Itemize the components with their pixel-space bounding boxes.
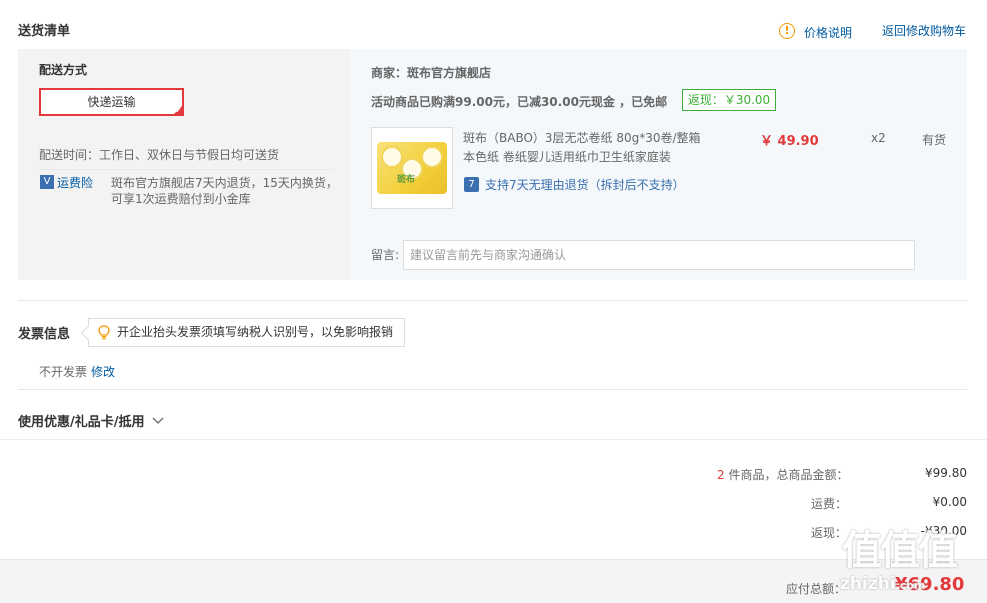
- product-name-line2[interactable]: 本色纸 卷纸婴儿适用纸巾卫生纸家庭装: [463, 148, 671, 165]
- product-image[interactable]: 斑布: [371, 127, 453, 209]
- invoice-tip: 开企业抬头发票须填写纳税人识别号，以免影响报销: [80, 318, 405, 347]
- lightbulb-icon: [98, 325, 110, 340]
- product-photo: 斑布: [377, 142, 447, 194]
- delivery-time-text: 配送时间：工作日、双休日与节假日均可送货: [39, 148, 280, 162]
- goods-count: 2: [717, 468, 725, 482]
- invoice-tip-text: 开企业抬头发票须填写纳税人识别号，以免影响报销: [117, 325, 394, 339]
- stock-status: 有货: [922, 133, 947, 147]
- divider: [18, 389, 967, 390]
- promo-text: 活动商品已购满99.00元，已减30.00元现金 ，已免邮: [371, 95, 668, 109]
- insurance-desc-line1: 斑布官方旗舰店7天内退货，15天内换货，: [111, 176, 338, 190]
- section-title-invoice: 发票信息: [18, 327, 71, 342]
- back-to-cart-link[interactable]: 返回修改购物车: [882, 22, 966, 39]
- return-policy-text: 支持7天无理由退货（拆封后不支持）: [485, 178, 685, 192]
- product-quantity: x2: [871, 131, 886, 145]
- section-title-delivery-list: 送货清单: [18, 24, 71, 39]
- coupon-toggle[interactable]: 使用优惠/礼品卡/抵用: [18, 411, 164, 430]
- product-brand-text: 斑布: [397, 175, 416, 185]
- shipping-fee: ¥0.00: [932, 495, 967, 509]
- product-price: ￥ 49.90: [760, 134, 819, 149]
- delivery-method-label: 配送方式: [39, 63, 88, 77]
- chevron-down-icon: [152, 417, 164, 424]
- merchant-name: 商家：斑布官方旗舰店: [371, 66, 492, 80]
- watermark-site: zhizhi.com: [840, 574, 926, 594]
- rebate-tag: 返现：￥30.00: [682, 89, 776, 111]
- product-name-line1[interactable]: 斑布（BABO）3层无芯卷纸 80g*30卷/整箱: [463, 129, 701, 146]
- divider: [18, 300, 967, 301]
- express-shipping-label: 快递运输: [87, 95, 136, 109]
- check-icon: ✓: [175, 106, 182, 115]
- shield-icon: V: [40, 175, 54, 189]
- info-icon: !: [779, 23, 795, 39]
- watermark-logo: 值值值: [842, 528, 958, 574]
- note-label: 留言:: [371, 248, 400, 262]
- delivery-method-panel: [18, 49, 350, 280]
- invoice-edit-link[interactable]: 修改: [91, 363, 115, 380]
- invoice-status: 不开发票: [39, 365, 88, 379]
- payable-label: 应付总额：: [786, 582, 847, 596]
- goods-total: ¥99.80: [925, 466, 967, 480]
- insurance-desc-line2: 可享1次运费赔付到小金库: [111, 192, 251, 206]
- price-explain-link[interactable]: 价格说明: [804, 24, 852, 41]
- goods-count-label: 2 件商品，总商品金额：: [717, 468, 849, 482]
- express-shipping-option[interactable]: 快递运输 ✓: [39, 88, 184, 116]
- divider: [39, 169, 334, 170]
- divider: [0, 439, 987, 440]
- shipping-label: 运费：: [811, 497, 848, 511]
- freight-insurance-link[interactable]: 运费险: [57, 174, 93, 191]
- note-input[interactable]: [403, 240, 915, 270]
- coupon-title: 使用优惠/礼品卡/抵用: [18, 415, 145, 430]
- return-policy-icon: 7: [464, 177, 479, 192]
